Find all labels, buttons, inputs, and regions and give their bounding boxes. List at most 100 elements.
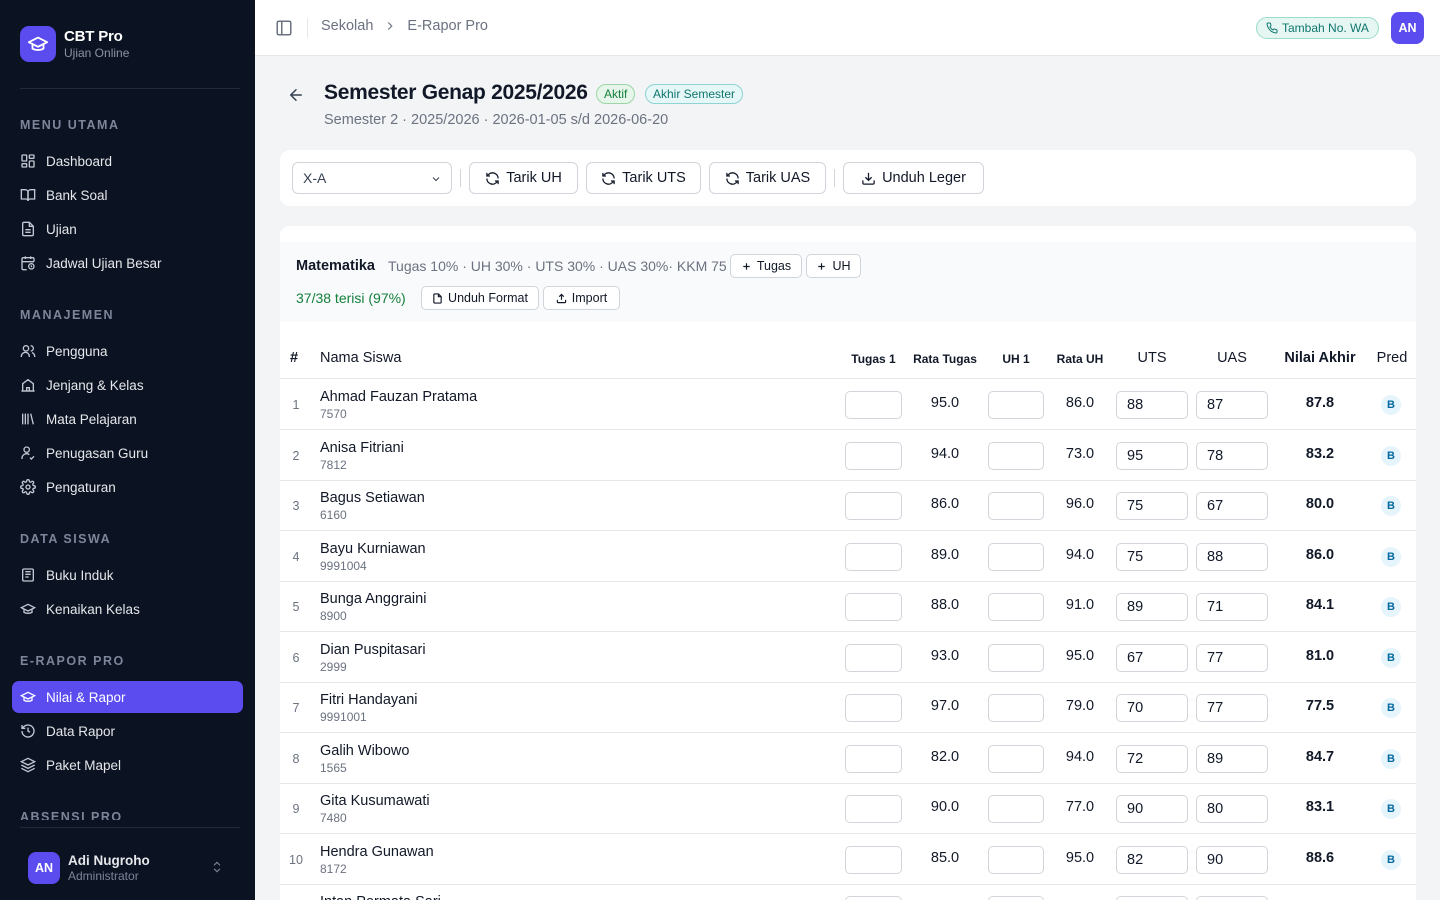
uas-input[interactable]: 77 (1196, 694, 1268, 722)
avg-task-value: 94.0 (930, 445, 960, 462)
uts-input[interactable]: 82 (1116, 845, 1188, 874)
add-uh-label: UH (832, 259, 851, 273)
uh1-input[interactable] (988, 795, 1044, 823)
breadcrumb-item[interactable]: Sekolah (321, 18, 373, 34)
col-uh1[interactable]: UH 1 (988, 352, 1044, 366)
table-row: 5 Bunga Anggraini 8900 88.0 91.0 89 71 84.1 B (280, 581, 1416, 632)
layers-icon (20, 757, 36, 773)
avatar[interactable]: AN (1391, 12, 1424, 44)
pull-uts-button[interactable]: Tarik UTS (586, 162, 701, 194)
uts-input[interactable]: 72 (1116, 744, 1188, 773)
uh1-input[interactable] (988, 391, 1044, 419)
sidebar-item-dashboard[interactable]: Dashboard (12, 145, 243, 177)
add-uh-button[interactable]: UH (806, 254, 861, 278)
uh1-input[interactable] (988, 694, 1044, 722)
sidebar-item-pengguna[interactable]: Pengguna (12, 335, 243, 367)
table-row: 9 Gita Kusumawati 7480 90.0 77.0 90 80 83.1 B (280, 783, 1416, 834)
uh1-input[interactable] (988, 896, 1044, 900)
task1-input[interactable] (845, 643, 902, 672)
uas-input[interactable] (1196, 896, 1268, 900)
task1-input[interactable] (845, 492, 902, 520)
student-nis: 8900 (320, 609, 347, 623)
uh1-input[interactable] (988, 845, 1044, 874)
uts-input[interactable]: 90 (1116, 795, 1188, 823)
uas-input[interactable]: 67 (1196, 492, 1268, 520)
sidebar-item-penugasan-guru[interactable]: Penugasan Guru (12, 437, 243, 469)
task1-input[interactable] (845, 593, 902, 621)
task1-input[interactable] (845, 441, 902, 470)
sidebar-item-nilai-rapor[interactable]: Nilai & Rapor (12, 681, 243, 713)
sidebar-item-jenjang-kelas[interactable]: Jenjang & Kelas (12, 369, 243, 401)
student-nis: 7480 (320, 811, 347, 825)
sidebar-item-data-rapor[interactable]: Data Rapor (12, 715, 243, 747)
download-leger-button[interactable]: Unduh Leger (843, 162, 984, 194)
download-format-button[interactable]: Unduh Format (421, 286, 539, 310)
sidebar-item-pengaturan[interactable]: Pengaturan (12, 471, 243, 503)
table-row: 3 Bagus Setiawan 6160 86.0 96.0 75 67 80.0 B (280, 480, 1416, 531)
task1-input[interactable] (845, 694, 902, 722)
task1-input[interactable] (845, 845, 902, 874)
uas-input[interactable]: 78 (1196, 441, 1268, 470)
user-menu[interactable]: AN Adi Nugroho Administrator (28, 852, 228, 884)
sidebar-nav[interactable]: MENU UTAMA Dashboard Bank Soal Ujian Jad… (0, 90, 255, 820)
row-number: 2 (292, 448, 300, 463)
predicate-badge: B (1381, 496, 1401, 516)
pull-uas-button[interactable]: Tarik UAS (709, 162, 826, 194)
final-score: 83.2 (1305, 445, 1335, 462)
uts-input[interactable] (1116, 896, 1188, 900)
sidebar-item-bank-soal[interactable]: Bank Soal (12, 179, 243, 211)
graduation-cap-icon (20, 689, 36, 705)
add-task-button[interactable]: Tugas (730, 254, 802, 278)
sidebar-item-ujian[interactable]: Ujian (12, 213, 243, 245)
uh1-input[interactable] (988, 492, 1044, 520)
uh1-input[interactable] (988, 744, 1044, 773)
brand[interactable]: CBT Pro Ujian Online (20, 26, 129, 62)
uts-input[interactable]: 70 (1116, 694, 1188, 722)
avg-task-value: 86.0 (930, 496, 960, 512)
uts-input[interactable]: 89 (1116, 593, 1188, 621)
uas-input[interactable]: 87 (1196, 391, 1268, 419)
sidebar-item-paket-mapel[interactable]: Paket Mapel (12, 749, 243, 781)
breadcrumb-item[interactable]: E-Rapor Pro (407, 18, 488, 34)
uas-input[interactable]: 88 (1196, 542, 1268, 571)
sidebar-item-jadwal[interactable]: Jadwal Ujian Besar (12, 247, 243, 279)
uts-input[interactable]: 67 (1116, 643, 1188, 672)
uts-input[interactable]: 75 (1116, 542, 1188, 571)
uas-input[interactable]: 77 (1196, 643, 1268, 672)
uh1-input[interactable] (988, 593, 1044, 621)
uts-input[interactable]: 88 (1116, 391, 1188, 419)
task1-input[interactable] (845, 542, 902, 571)
task1-input[interactable] (845, 896, 902, 900)
uh1-input[interactable] (988, 542, 1044, 571)
back-arrow-icon[interactable] (287, 86, 305, 104)
uas-input[interactable]: 80 (1196, 795, 1268, 823)
sidebar-item-mata-pelajaran[interactable]: Mata Pelajaran (12, 403, 243, 435)
uas-input[interactable]: 89 (1196, 744, 1268, 773)
task1-input[interactable] (845, 795, 902, 823)
sidebar-toggle-icon[interactable] (275, 19, 293, 37)
class-select[interactable]: X-A (292, 162, 452, 194)
sidebar-item-buku-induk[interactable]: Buku Induk (12, 559, 243, 591)
student-nis: 9991001 (320, 710, 367, 724)
wa-button-label: Tambah No. WA (1282, 21, 1369, 35)
pull-uh-button[interactable]: Tarik UH (469, 162, 578, 194)
table-row: 6 Dian Puspitasari 2999 93.0 95.0 67 77 81.0 B (280, 632, 1416, 683)
uas-input[interactable]: 90 (1196, 845, 1268, 874)
task1-input[interactable] (845, 744, 902, 773)
import-button[interactable]: Import (543, 286, 620, 310)
col-task1[interactable]: Tugas 1 (845, 352, 902, 366)
uas-input[interactable]: 71 (1196, 593, 1268, 621)
nav-section-title: ABSENSI PRO (20, 810, 123, 820)
uts-input[interactable]: 75 (1116, 492, 1188, 520)
sidebar-item-label: Data Rapor (46, 723, 116, 739)
uh1-input[interactable] (988, 441, 1044, 470)
add-wa-number-button[interactable]: Tambah No. WA (1256, 17, 1379, 39)
subject-header: Matematika Tugas 10% · UH 30% · UTS 30% … (280, 242, 1416, 322)
sidebar-item-kenaikan-kelas[interactable]: Kenaikan Kelas (12, 593, 243, 625)
student-name: Dian Puspitasari (320, 641, 426, 658)
task1-input[interactable] (845, 391, 902, 419)
uts-input[interactable]: 95 (1116, 441, 1188, 470)
uh1-input[interactable] (988, 643, 1044, 672)
student-name: Galih Wibowo (320, 742, 410, 759)
row-number: 4 (292, 549, 300, 564)
